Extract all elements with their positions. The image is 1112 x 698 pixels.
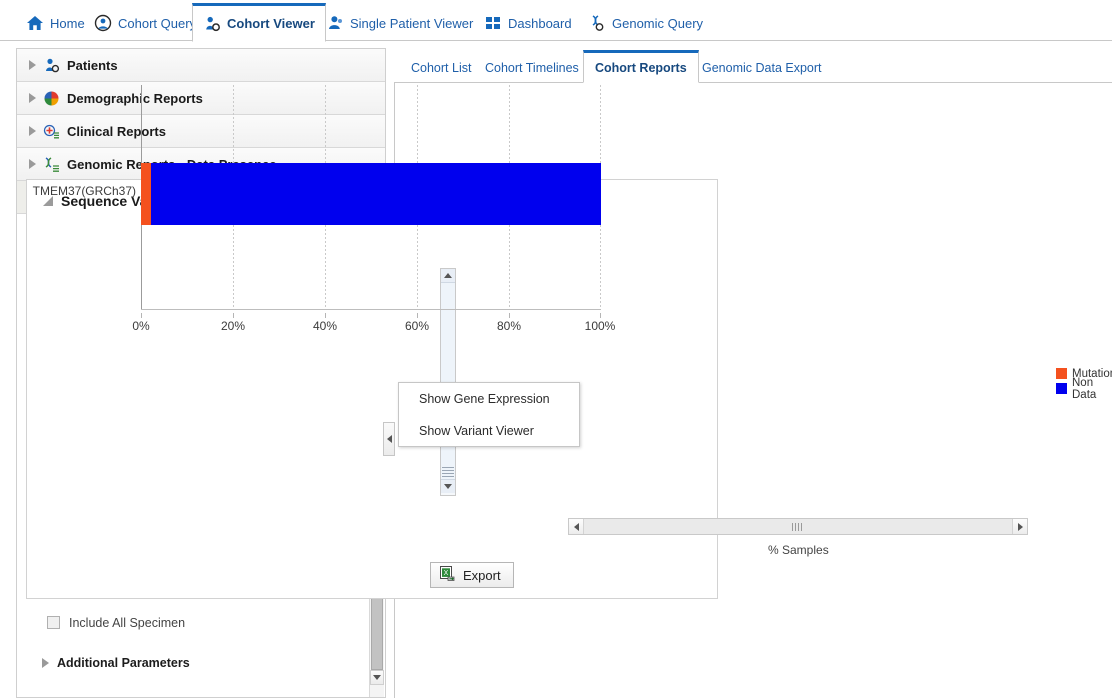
cohort-query-icon: [94, 14, 112, 32]
x-tick: [141, 313, 142, 318]
chart-context-menu: Show Gene Expression Show Variant Viewer: [398, 382, 580, 447]
nav-tab-cohort-viewer[interactable]: Cohort Viewer: [192, 3, 326, 42]
nav-tab-label: Home: [50, 15, 85, 31]
scroll-left-button[interactable]: [569, 519, 584, 534]
tab-label: Cohort List: [411, 60, 472, 75]
tab-cohort-reports[interactable]: Cohort Reports: [583, 50, 699, 83]
sidebar-item-patients[interactable]: Patients: [17, 49, 385, 82]
x-tick-label: 20%: [220, 319, 246, 333]
single-patient-icon: [326, 14, 344, 32]
chevron-left-icon: [386, 435, 392, 443]
tab-cohort-timelines[interactable]: Cohort Timelines: [474, 53, 590, 82]
nav-tab-label: Dashboard: [508, 15, 572, 31]
nav-tab-genomic-query[interactable]: Genomic Query: [578, 6, 713, 40]
dashboard-icon: [484, 14, 502, 32]
x-tick: [233, 313, 234, 318]
sidebar-item-label: Patients: [67, 57, 118, 73]
x-tick: [417, 313, 418, 318]
export-button[interactable]: X Export: [430, 562, 514, 588]
additional-parameters-label: Additional Parameters: [57, 656, 190, 670]
tab-cohort-list[interactable]: Cohort List: [400, 53, 482, 82]
chart-scroll-track[interactable]: [441, 283, 455, 479]
x-tick: [325, 313, 326, 318]
scroll-thumb-grip[interactable]: [792, 523, 804, 531]
x-tick-label: 0%: [132, 319, 150, 333]
checkbox-label: Include All Specimen: [69, 615, 186, 630]
scroll-track[interactable]: [584, 519, 1012, 534]
menu-item-show-gene-expression[interactable]: Show Gene Expression: [399, 383, 579, 415]
chevron-right-icon: [29, 60, 36, 70]
application-root: Home Cohort Query Cohort Viewer Single P…: [0, 0, 1112, 698]
x-tick-label: 40%: [312, 319, 338, 333]
chart-legend: Mutation Non Data: [1056, 366, 1112, 401]
x-tick-label: 60%: [404, 319, 430, 333]
legend-label: Non Data: [1072, 376, 1097, 401]
menu-item-show-variant-viewer[interactable]: Show Variant Viewer: [399, 415, 579, 447]
bar-category-label: TMEM37(GRCh37): [32, 184, 136, 198]
clinical-icon: [43, 123, 60, 140]
scroll-down-button[interactable]: [370, 670, 384, 685]
chart-horizontal-scrollbar[interactable]: [568, 518, 1028, 535]
nav-tab-label: Single Patient Viewer: [350, 15, 474, 31]
cohort-subtabs: Cohort List Cohort Timelines Cohort Repo…: [394, 48, 1112, 83]
main-navigation: Home Cohort Query Cohort Viewer Single P…: [0, 0, 1112, 42]
legend-swatch-non-data: [1056, 383, 1067, 394]
nav-tab-cohort-query[interactable]: Cohort Query: [84, 6, 206, 40]
chevron-right-icon: [42, 658, 49, 668]
scroll-right-button[interactable]: [1012, 519, 1027, 534]
checkbox-include-all-specimen[interactable]: Include All Specimen: [17, 611, 385, 634]
chart-scroll-down-button[interactable]: [441, 479, 455, 493]
bar-segment-non-data[interactable]: [151, 163, 601, 225]
menu-item-label: Show Gene Expression: [419, 392, 550, 406]
svg-text:X: X: [444, 570, 449, 577]
patients-icon: [43, 57, 60, 74]
additional-parameters-toggle[interactable]: Additional Parameters: [17, 656, 190, 670]
bar-segment-mutation[interactable]: [141, 163, 152, 225]
menu-item-label: Show Variant Viewer: [419, 424, 534, 438]
checkbox-indicator: [47, 616, 60, 629]
tab-label: Cohort Reports: [595, 60, 687, 75]
home-icon: [26, 14, 44, 32]
x-tick-label: 80%: [496, 319, 522, 333]
sidebar-collapse-handle[interactable]: [383, 422, 395, 456]
chevron-right-icon: [29, 93, 36, 103]
dna-icon: [43, 156, 60, 173]
chevron-right-icon: [29, 159, 36, 169]
legend-swatch-mutation: [1056, 368, 1067, 379]
pie-chart-icon: [43, 90, 60, 107]
tab-genomic-data-export[interactable]: Genomic Data Export: [691, 53, 833, 82]
legend-item-non-data[interactable]: Non Data: [1056, 377, 1112, 401]
tab-label: Genomic Data Export: [702, 60, 822, 75]
sequence-variants-plot: TMEM37(GRCh37) 0% 20% 40% 60% 80% 100%: [33, 85, 615, 333]
chart-scroll-thumb-grip[interactable]: [442, 467, 454, 477]
nav-tab-label: Cohort Viewer: [227, 16, 315, 31]
nav-tab-dashboard[interactable]: Dashboard: [474, 6, 582, 40]
cohort-viewer-icon: [203, 15, 221, 33]
nav-tab-single-patient-viewer[interactable]: Single Patient Viewer: [316, 6, 483, 40]
x-axis-title: % Samples: [768, 543, 829, 557]
x-tick: [509, 313, 510, 318]
nav-tab-home[interactable]: Home: [16, 6, 95, 40]
chevron-right-icon: [29, 126, 36, 136]
nav-tab-label: Genomic Query: [612, 15, 704, 31]
nav-tab-label: Cohort Query: [118, 15, 197, 31]
x-tick: [600, 313, 601, 318]
x-tick-label: 100%: [584, 319, 616, 333]
excel-export-icon: X: [439, 565, 456, 585]
x-axis-line: [141, 309, 601, 310]
export-button-label: Export: [463, 567, 501, 583]
genomic-query-icon: [588, 14, 606, 32]
tab-label: Cohort Timelines: [485, 60, 579, 75]
